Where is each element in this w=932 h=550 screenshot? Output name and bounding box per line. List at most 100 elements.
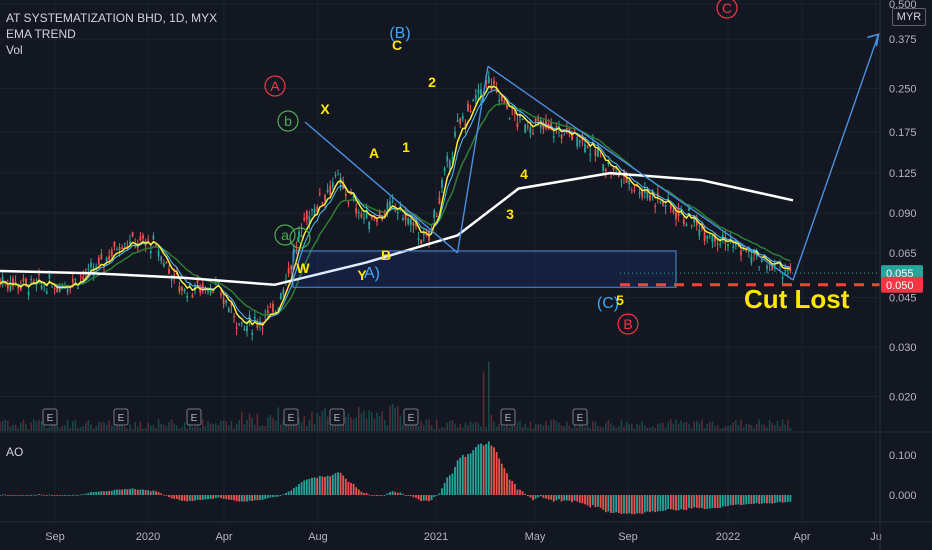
candle-body [155, 245, 157, 247]
volume-bar [771, 423, 773, 431]
chart-canvas[interactable]: AbX(B)C2A 1a cWBYA)43(C)5BC EEEEEEEE 0.500… [0, 0, 932, 550]
candle-body [758, 266, 761, 268]
ao-bar [659, 495, 662, 511]
volume-bar [376, 412, 378, 431]
ao-bar [217, 495, 220, 498]
ao-bar [212, 495, 215, 499]
candle-body [157, 250, 160, 257]
wave-label: W [296, 260, 310, 276]
volume-bar [511, 426, 513, 431]
volume-bar [170, 419, 173, 431]
volume-bar [675, 419, 677, 431]
ema-trend-indicator[interactable]: EMA TREND [6, 26, 217, 42]
ao-bar [116, 489, 118, 495]
candle-body [688, 208, 690, 211]
volume-bar [428, 419, 430, 431]
volume-bar [425, 419, 428, 431]
volume-bar [558, 422, 560, 431]
candle-body [560, 134, 563, 139]
volume-bar [469, 421, 472, 431]
volume-bar [664, 427, 667, 431]
time-tick-label: Sep [618, 531, 638, 543]
candle-body [347, 202, 350, 204]
earnings-markers: EEEEEEEE [42, 408, 588, 426]
ao-bar [789, 495, 792, 502]
ao-bar [126, 489, 129, 495]
volume-bar [740, 419, 742, 431]
ao-bar [233, 495, 235, 501]
ao-bar [32, 494, 35, 496]
volume-bar [776, 421, 779, 431]
volume-bar [498, 423, 500, 431]
ao-bar [498, 458, 501, 495]
volume-indicator[interactable]: Vol [6, 42, 217, 58]
ao-bar [105, 491, 108, 495]
volume-bar [576, 427, 578, 431]
candle-body [40, 285, 43, 289]
time-tick-label: Apr [215, 531, 232, 543]
ao-bar [1, 494, 4, 496]
ao-bar [61, 495, 64, 496]
ao-bar [693, 495, 696, 508]
candle-body [79, 276, 82, 278]
candle-body [368, 221, 371, 230]
volume-bar [456, 427, 459, 431]
ao-bar [607, 495, 610, 512]
volume-bar [111, 425, 113, 431]
volume-bar [602, 427, 604, 431]
candle-body [498, 99, 501, 102]
ao-bar [698, 495, 701, 509]
volume-bar [742, 427, 745, 431]
candle-body [500, 95, 503, 102]
volume-bar [98, 421, 100, 431]
volume-bar [53, 424, 56, 431]
ao-bar [357, 489, 360, 495]
time-tick-label: Apr [793, 531, 810, 543]
ao-bar [747, 495, 750, 504]
volume-bar [92, 428, 95, 431]
ao-bar [667, 495, 670, 509]
ao-bar [706, 495, 709, 509]
candle-body [357, 212, 360, 214]
candle-body [170, 279, 173, 281]
ao-bar [144, 490, 147, 495]
candle-body [625, 177, 628, 183]
ao-bar [147, 490, 150, 495]
candle-body [443, 168, 446, 172]
volume-bar [722, 428, 724, 431]
candle-body [173, 274, 176, 277]
volume-bar [680, 420, 682, 431]
wave-label: C [722, 0, 732, 16]
ao-indicator-label[interactable]: AO [6, 445, 23, 459]
ao-bar [773, 495, 776, 504]
volume-bar [48, 427, 51, 431]
candle-body [750, 256, 753, 264]
volume-bar [748, 424, 750, 431]
volume-bar [87, 419, 90, 431]
volume-bar [594, 421, 597, 431]
volume-bar [137, 426, 139, 431]
candle-body [45, 291, 48, 294]
ao-bar [766, 495, 768, 504]
currency-badge[interactable]: MYR [892, 8, 926, 26]
ao-bar [207, 495, 209, 500]
candle-body [526, 125, 529, 127]
ao-bar [129, 488, 131, 495]
volume-bar [20, 422, 22, 431]
volume-bar [79, 427, 82, 431]
ao-bar [248, 495, 251, 501]
candle-body [719, 244, 722, 246]
volume-bar [246, 419, 248, 431]
candle-body [438, 197, 441, 205]
volume-bar [326, 416, 329, 431]
candle-body [329, 186, 332, 195]
ao-bar [646, 495, 649, 512]
ao-bar [532, 495, 534, 501]
candle-body [740, 250, 742, 256]
ao-bar [425, 495, 428, 501]
candle-body [477, 89, 480, 94]
ao-bar [282, 494, 285, 496]
volume-bar [451, 420, 454, 431]
volume-bar [280, 424, 282, 431]
volume-bar [254, 424, 256, 431]
